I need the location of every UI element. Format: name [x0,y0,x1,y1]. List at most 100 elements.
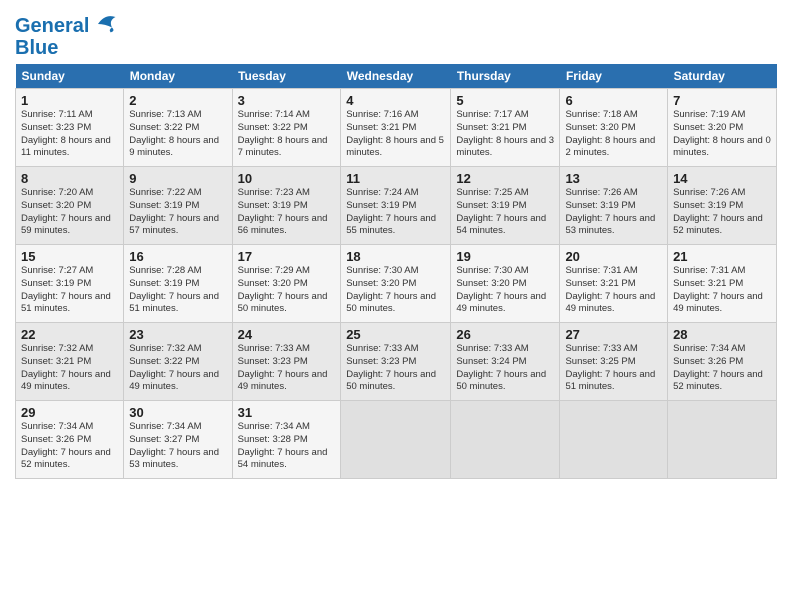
calendar-day-cell [668,401,777,479]
day-number: 5 [456,93,554,108]
calendar-week-row: 8Sunrise: 7:20 AM Sunset: 3:20 PM Daylig… [16,167,777,245]
calendar-day-cell: 18Sunrise: 7:30 AM Sunset: 3:20 PM Dayli… [341,245,451,323]
day-number: 27 [565,327,662,342]
day-number: 26 [456,327,554,342]
day-number: 25 [346,327,445,342]
calendar-day-cell: 30Sunrise: 7:34 AM Sunset: 3:27 PM Dayli… [124,401,232,479]
day-info: Sunrise: 7:16 AM Sunset: 3:21 PM Dayligh… [346,109,445,160]
day-number: 22 [21,327,118,342]
calendar-day-cell: 23Sunrise: 7:32 AM Sunset: 3:22 PM Dayli… [124,323,232,401]
calendar-day-cell: 9Sunrise: 7:22 AM Sunset: 3:19 PM Daylig… [124,167,232,245]
calendar-day-cell: 26Sunrise: 7:33 AM Sunset: 3:24 PM Dayli… [451,323,560,401]
day-info: Sunrise: 7:34 AM Sunset: 3:26 PM Dayligh… [21,421,118,472]
day-info: Sunrise: 7:25 AM Sunset: 3:19 PM Dayligh… [456,187,554,238]
logo-general: General [15,15,89,37]
day-info: Sunrise: 7:27 AM Sunset: 3:19 PM Dayligh… [21,265,118,316]
day-number: 30 [129,405,226,420]
calendar-week-row: 22Sunrise: 7:32 AM Sunset: 3:21 PM Dayli… [16,323,777,401]
calendar-day-cell [560,401,668,479]
calendar-day-cell: 8Sunrise: 7:20 AM Sunset: 3:20 PM Daylig… [16,167,124,245]
calendar-day-cell: 7Sunrise: 7:19 AM Sunset: 3:20 PM Daylig… [668,89,777,167]
day-number: 8 [21,171,118,186]
calendar-day-cell: 20Sunrise: 7:31 AM Sunset: 3:21 PM Dayli… [560,245,668,323]
logo: General Blue [15,14,119,58]
calendar-day-cell: 13Sunrise: 7:26 AM Sunset: 3:19 PM Dayli… [560,167,668,245]
day-number: 31 [238,405,336,420]
day-info: Sunrise: 7:34 AM Sunset: 3:27 PM Dayligh… [129,421,226,472]
calendar-day-cell: 29Sunrise: 7:34 AM Sunset: 3:26 PM Dayli… [16,401,124,479]
day-of-week-header: Friday [560,64,668,89]
day-info: Sunrise: 7:26 AM Sunset: 3:19 PM Dayligh… [673,187,771,238]
calendar-week-row: 1Sunrise: 7:11 AM Sunset: 3:23 PM Daylig… [16,89,777,167]
day-info: Sunrise: 7:22 AM Sunset: 3:19 PM Dayligh… [129,187,226,238]
day-of-week-header: Sunday [16,64,124,89]
day-info: Sunrise: 7:32 AM Sunset: 3:21 PM Dayligh… [21,343,118,394]
calendar-day-cell: 17Sunrise: 7:29 AM Sunset: 3:20 PM Dayli… [232,245,341,323]
calendar-day-cell: 19Sunrise: 7:30 AM Sunset: 3:20 PM Dayli… [451,245,560,323]
calendar-day-cell: 24Sunrise: 7:33 AM Sunset: 3:23 PM Dayli… [232,323,341,401]
day-number: 18 [346,249,445,264]
day-number: 24 [238,327,336,342]
calendar-day-cell [451,401,560,479]
calendar-day-cell: 5Sunrise: 7:17 AM Sunset: 3:21 PM Daylig… [451,89,560,167]
calendar-day-cell: 27Sunrise: 7:33 AM Sunset: 3:25 PM Dayli… [560,323,668,401]
day-number: 15 [21,249,118,264]
day-number: 28 [673,327,771,342]
day-info: Sunrise: 7:31 AM Sunset: 3:21 PM Dayligh… [673,265,771,316]
day-number: 14 [673,171,771,186]
calendar-body: 1Sunrise: 7:11 AM Sunset: 3:23 PM Daylig… [16,89,777,479]
day-info: Sunrise: 7:14 AM Sunset: 3:22 PM Dayligh… [238,109,336,160]
calendar-day-cell: 31Sunrise: 7:34 AM Sunset: 3:28 PM Dayli… [232,401,341,479]
calendar-day-cell: 15Sunrise: 7:27 AM Sunset: 3:19 PM Dayli… [16,245,124,323]
day-of-week-header: Thursday [451,64,560,89]
calendar-day-cell: 4Sunrise: 7:16 AM Sunset: 3:21 PM Daylig… [341,89,451,167]
day-number: 4 [346,93,445,108]
calendar-day-cell: 16Sunrise: 7:28 AM Sunset: 3:19 PM Dayli… [124,245,232,323]
calendar-header-row: SundayMondayTuesdayWednesdayThursdayFrid… [16,64,777,89]
day-number: 6 [565,93,662,108]
day-info: Sunrise: 7:32 AM Sunset: 3:22 PM Dayligh… [129,343,226,394]
day-info: Sunrise: 7:30 AM Sunset: 3:20 PM Dayligh… [456,265,554,316]
calendar-day-cell: 3Sunrise: 7:14 AM Sunset: 3:22 PM Daylig… [232,89,341,167]
calendar-day-cell: 14Sunrise: 7:26 AM Sunset: 3:19 PM Dayli… [668,167,777,245]
day-number: 23 [129,327,226,342]
day-info: Sunrise: 7:17 AM Sunset: 3:21 PM Dayligh… [456,109,554,160]
day-info: Sunrise: 7:28 AM Sunset: 3:19 PM Dayligh… [129,265,226,316]
calendar-day-cell: 1Sunrise: 7:11 AM Sunset: 3:23 PM Daylig… [16,89,124,167]
calendar-day-cell: 11Sunrise: 7:24 AM Sunset: 3:19 PM Dayli… [341,167,451,245]
day-number: 19 [456,249,554,264]
day-number: 16 [129,249,226,264]
day-info: Sunrise: 7:30 AM Sunset: 3:20 PM Dayligh… [346,265,445,316]
calendar-day-cell: 6Sunrise: 7:18 AM Sunset: 3:20 PM Daylig… [560,89,668,167]
calendar-week-row: 29Sunrise: 7:34 AM Sunset: 3:26 PM Dayli… [16,401,777,479]
calendar-day-cell: 28Sunrise: 7:34 AM Sunset: 3:26 PM Dayli… [668,323,777,401]
day-info: Sunrise: 7:20 AM Sunset: 3:20 PM Dayligh… [21,187,118,238]
calendar-container: General Blue SundayMondayTuesdayWednesda… [0,0,792,489]
day-number: 21 [673,249,771,264]
logo-bird-icon [91,10,119,38]
calendar-table: SundayMondayTuesdayWednesdayThursdayFrid… [15,64,777,479]
calendar-day-cell [341,401,451,479]
logo-blue: Blue [15,38,119,58]
day-info: Sunrise: 7:18 AM Sunset: 3:20 PM Dayligh… [565,109,662,160]
calendar-day-cell: 12Sunrise: 7:25 AM Sunset: 3:19 PM Dayli… [451,167,560,245]
calendar-day-cell: 25Sunrise: 7:33 AM Sunset: 3:23 PM Dayli… [341,323,451,401]
day-number: 10 [238,171,336,186]
day-number: 1 [21,93,118,108]
day-info: Sunrise: 7:26 AM Sunset: 3:19 PM Dayligh… [565,187,662,238]
day-number: 13 [565,171,662,186]
calendar-week-row: 15Sunrise: 7:27 AM Sunset: 3:19 PM Dayli… [16,245,777,323]
day-info: Sunrise: 7:11 AM Sunset: 3:23 PM Dayligh… [21,109,118,160]
day-info: Sunrise: 7:33 AM Sunset: 3:23 PM Dayligh… [238,343,336,394]
day-number: 2 [129,93,226,108]
day-info: Sunrise: 7:31 AM Sunset: 3:21 PM Dayligh… [565,265,662,316]
day-info: Sunrise: 7:29 AM Sunset: 3:20 PM Dayligh… [238,265,336,316]
day-info: Sunrise: 7:33 AM Sunset: 3:25 PM Dayligh… [565,343,662,394]
day-of-week-header: Wednesday [341,64,451,89]
day-info: Sunrise: 7:13 AM Sunset: 3:22 PM Dayligh… [129,109,226,160]
day-of-week-header: Monday [124,64,232,89]
day-number: 20 [565,249,662,264]
day-info: Sunrise: 7:23 AM Sunset: 3:19 PM Dayligh… [238,187,336,238]
day-of-week-header: Saturday [668,64,777,89]
calendar-day-cell: 10Sunrise: 7:23 AM Sunset: 3:19 PM Dayli… [232,167,341,245]
